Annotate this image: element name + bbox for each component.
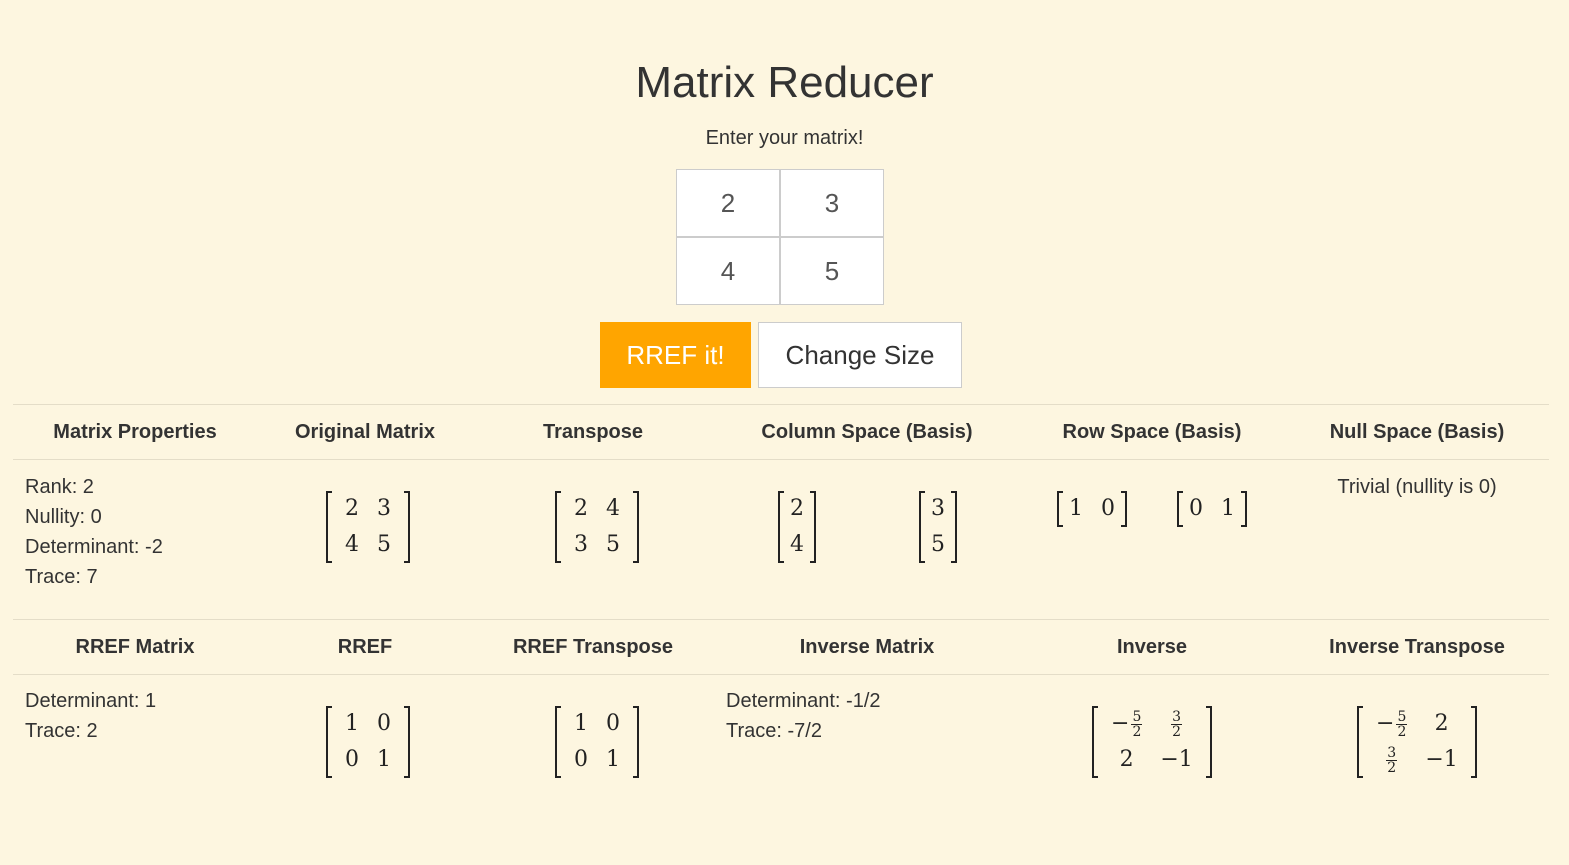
- nullity-value: Nullity: 0: [25, 506, 102, 528]
- rref-properties: Determinant: 1 Trace: 2: [25, 686, 156, 746]
- rref-transpose-matrix: 10 01: [555, 706, 639, 778]
- rref-determinant: Determinant: 1: [25, 690, 157, 712]
- matrix-properties: Rank: 2 Nullity: 0 Determinant: -2 Trace…: [25, 472, 163, 592]
- rank-value: Rank: 2: [25, 476, 94, 498]
- header-original-matrix: Original Matrix: [294, 421, 436, 443]
- matrix-entry: 2: [1119, 747, 1134, 772]
- original-matrix: 23 45: [326, 491, 410, 563]
- matrix-entry: 2: [1434, 711, 1449, 736]
- page-title: Matrix Reducer: [635, 58, 934, 107]
- header-row-space: Row Space (Basis): [1062, 421, 1242, 443]
- header-inverse-transpose: Inverse Transpose: [1329, 636, 1505, 658]
- column-space-vector-2: 3 5: [919, 491, 957, 563]
- divider: [13, 674, 1549, 675]
- divider: [13, 619, 1549, 620]
- matrix-entry: −1: [1425, 747, 1458, 772]
- inverse-trace: Trace: -7/2: [726, 720, 822, 742]
- null-space-text: Trivial (nullity is 0): [1337, 476, 1497, 498]
- matrix-cell-0-0[interactable]: [676, 169, 780, 237]
- matrix-entry: 32: [1386, 744, 1398, 776]
- matrix-entry: 32: [1171, 708, 1183, 740]
- rref-trace: Trace: 2: [25, 720, 98, 742]
- header-matrix-properties: Matrix Properties: [53, 421, 217, 443]
- row-space-vector-1: 10: [1057, 491, 1127, 527]
- header-null-space: Null Space (Basis): [1329, 421, 1505, 443]
- trace-value: Trace: 7: [25, 566, 98, 588]
- rref-matrix: 10 01: [326, 706, 410, 778]
- matrix-cell-1-1[interactable]: [780, 237, 884, 305]
- header-rref-transpose: RREF Transpose: [512, 636, 674, 658]
- divider: [13, 459, 1549, 460]
- matrix-entry: −5 2: [1376, 708, 1408, 740]
- header-inverse-matrix: Inverse Matrix: [799, 636, 935, 658]
- determinant-value: Determinant: -2: [25, 536, 163, 558]
- inverse-determinant: Determinant: -1/2: [726, 690, 881, 712]
- header-rref: RREF: [337, 636, 393, 658]
- header-rref-matrix: RREF Matrix: [75, 636, 195, 658]
- header-column-space: Column Space (Basis): [761, 421, 973, 443]
- inverse-properties: Determinant: -1/2 Trace: -7/2: [726, 686, 881, 746]
- inverse-transpose-matrix: −5 2 2 3 2 −1: [1357, 706, 1477, 778]
- inverse-matrix: −5 2 3 2 2 −1: [1092, 706, 1212, 778]
- transpose-matrix: 24 35: [555, 491, 639, 563]
- matrix-cell-0-1[interactable]: [780, 169, 884, 237]
- row-space-vector-2: 01: [1177, 491, 1247, 527]
- header-transpose: Transpose: [542, 421, 644, 443]
- divider: [13, 404, 1549, 405]
- matrix-input-grid: [676, 169, 884, 305]
- instruction-text: Enter your matrix!: [705, 127, 864, 149]
- matrix-entry: −5 2: [1111, 708, 1143, 740]
- matrix-entry: −1: [1160, 747, 1193, 772]
- header-inverse: Inverse: [1116, 636, 1188, 658]
- rref-button[interactable]: RREF it!: [600, 322, 751, 388]
- column-space-vector-1: 2 4: [778, 491, 816, 563]
- change-size-button[interactable]: Change Size: [758, 322, 962, 388]
- matrix-cell-1-0[interactable]: [676, 237, 780, 305]
